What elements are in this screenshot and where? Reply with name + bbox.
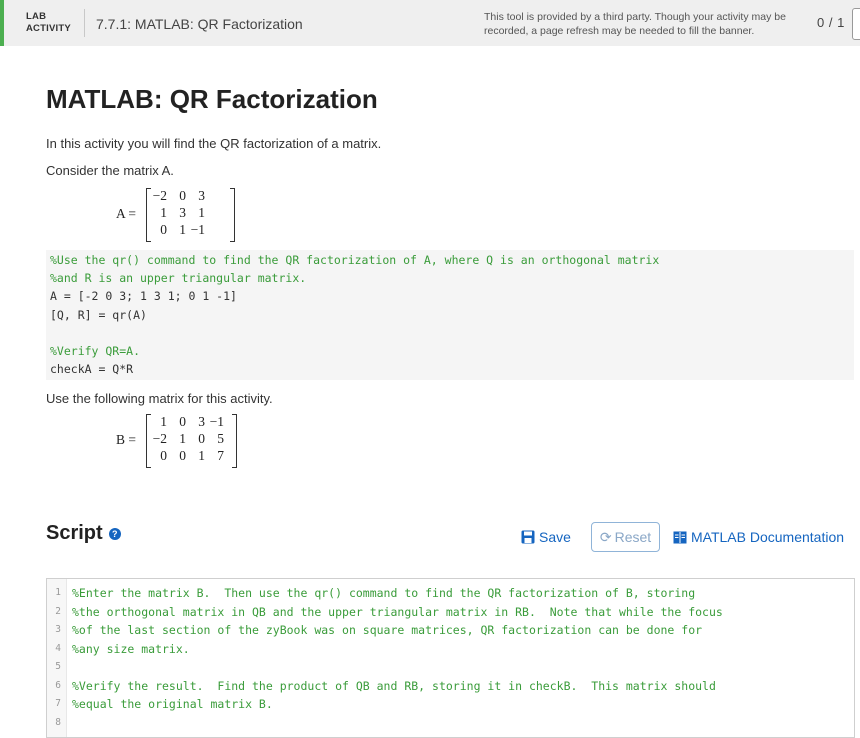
matlab-documentation-label: MATLAB Documentation: [691, 529, 845, 545]
matrix-a-name: A =: [116, 206, 136, 221]
matrix-cell: 1: [179, 431, 186, 446]
reset-icon: ⟳: [599, 528, 612, 545]
line-number: 2: [55, 605, 61, 617]
save-label: Save: [539, 529, 571, 545]
line-number: 1: [55, 587, 61, 598]
line-number: 3: [55, 624, 61, 635]
script-title: Script: [46, 522, 103, 544]
script-editor[interactable]: 1 %Enter the matrix B. Then use the qr() …: [46, 578, 855, 738]
code-line: checkA = Q*R: [50, 362, 134, 377]
matlab-documentation-link[interactable]: MATLAB Documentation: [673, 529, 844, 545]
use-following-text: Use the following matrix for this activi…: [46, 391, 273, 406]
activity-title: 7.7.1: MATLAB: QR Factorization: [96, 16, 303, 32]
line-number: 8: [55, 716, 61, 728]
code-line: %Verify QR=A.: [50, 344, 141, 358]
notice-line-1: This tool is provided by a third party. …: [484, 11, 786, 23]
activity-banner: LAB ACTIVITY 7.7.1: MATLAB: QR Factoriza…: [0, 0, 860, 46]
consider-text: Consider the matrix A.: [46, 163, 174, 178]
matrix-cell: 1: [198, 205, 205, 220]
editor-line-text: %any size matrix.: [72, 641, 190, 656]
matrix-cell: −1: [209, 414, 224, 429]
book-icon: [673, 531, 687, 543]
reset-button[interactable]: ⟳ Reset: [591, 522, 660, 552]
save-button[interactable]: Save: [521, 529, 571, 545]
example-code-block: %Use the qr() command to find the QR fac…: [46, 250, 854, 380]
matrix-b: B = 1 0 3 −1 −2 1 0 5 0 0 1 7: [116, 412, 266, 470]
matrix-cell: 0: [160, 448, 167, 463]
matrix-cell: −2: [152, 188, 167, 203]
notice-line-2: recorded, a page refresh may be needed t…: [484, 25, 755, 37]
matrix-cell: −2: [152, 431, 167, 446]
code-line: %Use the qr() command to find the QR fac…: [50, 253, 660, 267]
matrix-cell: 3: [198, 414, 205, 429]
page-title: MATLAB: QR Factorization: [46, 84, 378, 114]
third-party-notice: This tool is provided by a third party. …: [484, 10, 804, 38]
score-text: 0 / 1: [817, 15, 845, 30]
matrix-cell: 0: [198, 431, 205, 446]
banner-divider: [84, 9, 85, 37]
matrix-cell: 3: [198, 188, 205, 203]
code-line: A = [-2 0 3; 1 3 1; 0 1 -1]: [50, 289, 237, 304]
line-number: 7: [55, 698, 61, 709]
matrix-b-name: B =: [116, 432, 136, 447]
matrix-a: A = −2 0 3 1 3 1 0 1 −1: [116, 186, 246, 244]
matrix-cell: 3: [179, 205, 186, 220]
editor-line-text: %Verify the result. Find the product of …: [72, 678, 716, 693]
completion-box: [852, 8, 860, 40]
matrix-cell: 1: [179, 222, 186, 237]
matrix-cell: 1: [160, 205, 167, 220]
matrix-cell: 7: [217, 448, 224, 463]
lab-label: LAB: [26, 11, 47, 22]
editor-line-text: %the orthogonal matrix in QB and the upp…: [72, 604, 723, 619]
matrix-b-right-bracket: [232, 414, 237, 468]
matrix-a-right-bracket: [230, 188, 235, 242]
activity-label: ACTIVITY: [26, 23, 71, 34]
matrix-cell: 1: [160, 414, 167, 429]
script-heading: Script?: [46, 522, 121, 545]
editor-line-text: %of the last section of the zyBook was o…: [72, 623, 703, 637]
matrix-cell: 0: [160, 222, 167, 237]
matrix-cell: 0: [179, 414, 186, 429]
matrix-cell: 5: [217, 431, 224, 446]
help-icon[interactable]: ?: [108, 528, 121, 540]
code-line: [Q, R] = qr(A): [50, 307, 147, 322]
line-number: 5: [55, 661, 61, 672]
matrix-cell: 0: [179, 448, 186, 463]
intro-text: In this activity you will find the QR fa…: [46, 136, 382, 151]
save-icon: [521, 530, 535, 544]
code-line: %and R is an upper triangular matrix.: [50, 271, 307, 286]
reset-label: Reset: [614, 529, 652, 545]
matrix-cell: 0: [179, 188, 186, 203]
matrix-cell: −1: [190, 222, 205, 237]
matrix-cell: 1: [198, 448, 205, 463]
editor-line-text: %Enter the matrix B. Then use the qr() c…: [72, 586, 696, 600]
editor-line-text: %equal the original matrix B.: [72, 697, 273, 711]
line-number: 6: [55, 679, 61, 691]
line-number: 4: [55, 642, 61, 654]
lab-activity-label: LAB ACTIVITY: [26, 11, 71, 35]
